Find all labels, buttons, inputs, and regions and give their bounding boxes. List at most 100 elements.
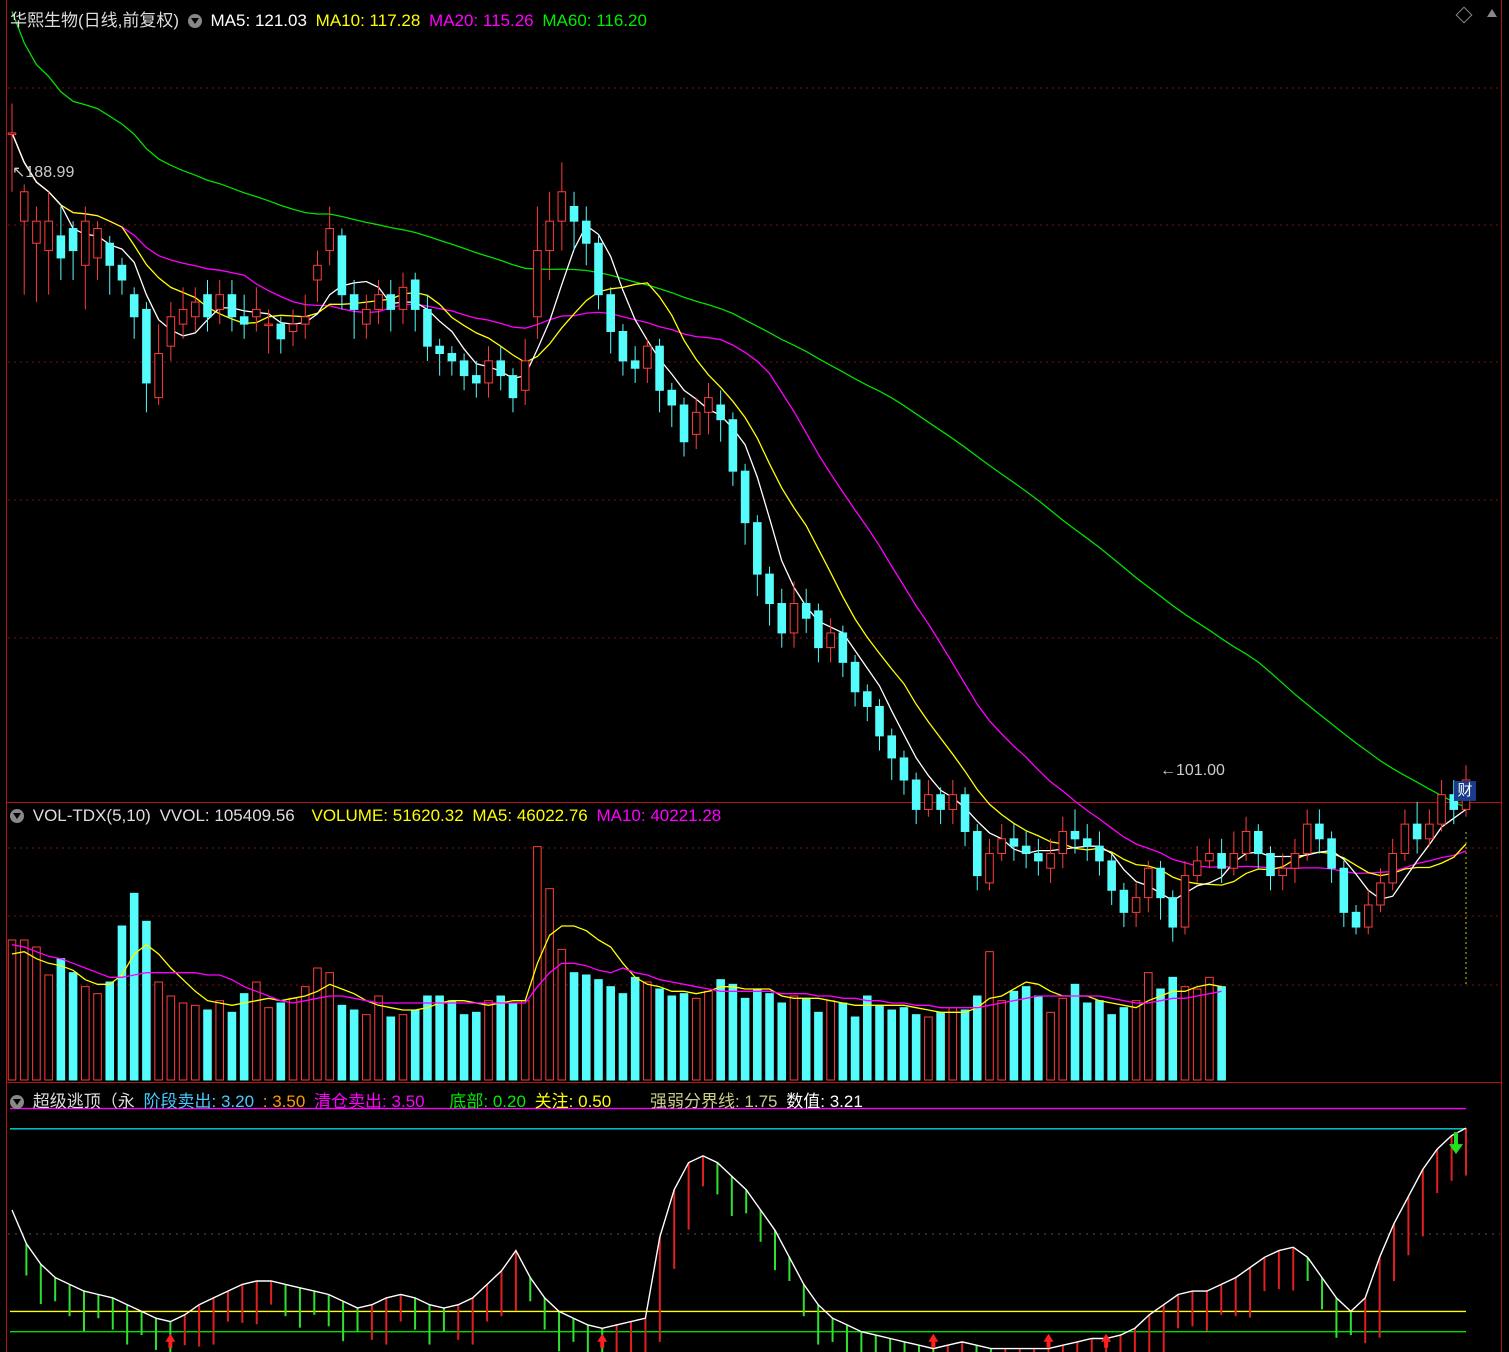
candle-body bbox=[1351, 911, 1361, 928]
candle-body bbox=[911, 779, 921, 810]
candle-body bbox=[1144, 867, 1153, 899]
candle-body bbox=[557, 191, 567, 222]
divide-value: 1.75 bbox=[744, 1092, 778, 1111]
vol-ma5-label: MA5: bbox=[472, 806, 513, 825]
ma20-line bbox=[11, 132, 1467, 875]
volume-bar bbox=[850, 1016, 860, 1081]
volume-bar bbox=[655, 988, 664, 1081]
buy-arrow-icon bbox=[165, 1333, 176, 1348]
volume-bar bbox=[68, 972, 78, 1081]
bottom-label: 底部: bbox=[449, 1092, 489, 1111]
dropdown-icon[interactable] bbox=[187, 14, 202, 28]
candle-body bbox=[985, 853, 994, 884]
volume-bar bbox=[459, 1014, 469, 1081]
candle-body bbox=[1119, 889, 1129, 913]
volume-bar bbox=[911, 1014, 921, 1081]
candle-body bbox=[178, 308, 188, 325]
volume-bar bbox=[679, 993, 689, 1081]
volume-bar bbox=[1144, 972, 1153, 1081]
candle-body bbox=[239, 316, 249, 325]
candle-body bbox=[1205, 853, 1214, 862]
candle-body bbox=[398, 286, 408, 310]
candle-body bbox=[1046, 853, 1055, 869]
candle-body bbox=[972, 830, 982, 877]
candle-body bbox=[1302, 823, 1312, 855]
dropdown-icon[interactable] bbox=[10, 809, 24, 823]
candle-body bbox=[728, 419, 738, 472]
volume-bar bbox=[1107, 1014, 1116, 1081]
candle-body bbox=[606, 294, 615, 332]
candle-body bbox=[1376, 882, 1385, 906]
candle-body bbox=[337, 235, 347, 296]
candle-body bbox=[1082, 838, 1092, 847]
candle-body bbox=[765, 573, 774, 605]
volume-bar bbox=[276, 1002, 286, 1081]
buy-arrow-icon bbox=[1043, 1333, 1054, 1348]
ma20-value: 115.26 bbox=[482, 11, 534, 30]
candle-body bbox=[423, 308, 432, 347]
volume-bar bbox=[948, 1007, 958, 1081]
candle-body bbox=[618, 330, 628, 362]
candle-body bbox=[68, 228, 78, 252]
candle-body bbox=[7, 132, 17, 135]
volume-bar bbox=[252, 981, 261, 1081]
candle-body bbox=[838, 632, 848, 663]
candle-body bbox=[875, 705, 884, 737]
buy-arrow-icon bbox=[597, 1333, 608, 1348]
volume-bar bbox=[814, 1011, 823, 1081]
volume-bar bbox=[508, 1002, 518, 1081]
volume-bar bbox=[753, 988, 762, 1081]
stage-value: 3.20 bbox=[220, 1092, 255, 1111]
candle-body bbox=[154, 353, 163, 399]
volume-bar bbox=[337, 1004, 347, 1081]
candle-body bbox=[1266, 853, 1275, 877]
volume-bar bbox=[203, 1009, 212, 1081]
candle-body bbox=[594, 242, 603, 296]
candle-body bbox=[1131, 897, 1141, 913]
volume-bar bbox=[594, 979, 603, 1081]
candle-body bbox=[655, 345, 664, 391]
volume-bar bbox=[875, 1004, 884, 1081]
volume-bar bbox=[178, 1002, 188, 1081]
candle-body bbox=[740, 470, 750, 524]
volume-bar bbox=[264, 1007, 273, 1081]
stage-label: 阶段卖出: bbox=[143, 1092, 217, 1111]
candle-body bbox=[801, 603, 811, 619]
volume-bar bbox=[1082, 1002, 1092, 1081]
volume-bar bbox=[924, 1016, 933, 1081]
vol-ma10-value: 40221.28 bbox=[650, 806, 722, 825]
volume-header: VOL-TDX(5,10) VVOL: 105409.56 VOLUME: 51… bbox=[10, 806, 725, 826]
candle-body bbox=[1327, 838, 1336, 869]
candle-body bbox=[44, 220, 53, 252]
candle-body bbox=[435, 345, 444, 355]
volume-bar bbox=[313, 967, 322, 1081]
clear-value: 3.50 bbox=[391, 1092, 425, 1111]
finance-badge[interactable]: 财 bbox=[1454, 781, 1476, 801]
volume-bar bbox=[545, 888, 554, 1081]
candle-body bbox=[252, 308, 261, 318]
candle-body bbox=[313, 264, 322, 281]
chart-canvas[interactable] bbox=[0, 0, 1509, 1352]
candle-body bbox=[1168, 897, 1178, 928]
dropdown-icon[interactable] bbox=[10, 1095, 24, 1109]
candle-body bbox=[56, 235, 66, 259]
volume-bar bbox=[960, 1009, 970, 1081]
volume-bar bbox=[1034, 995, 1043, 1081]
volume-bar bbox=[1192, 988, 1202, 1081]
volume-bar bbox=[239, 993, 249, 1081]
volume-bar bbox=[349, 1009, 359, 1081]
ma60-label: MA60: bbox=[542, 11, 592, 30]
volume-bar bbox=[435, 995, 444, 1081]
volume-bar bbox=[166, 995, 176, 1081]
collapse-icon[interactable] bbox=[1487, 9, 1497, 17]
candle-body bbox=[349, 294, 359, 310]
candle-body bbox=[1437, 794, 1446, 825]
candle-body bbox=[777, 603, 787, 634]
candle-body bbox=[887, 735, 897, 759]
candle-body bbox=[508, 375, 518, 399]
candle-body bbox=[1241, 830, 1251, 855]
volume-bar bbox=[93, 993, 102, 1081]
volume-label: VOLUME: bbox=[311, 806, 389, 825]
candle-body bbox=[1156, 867, 1165, 899]
volume-bar bbox=[1009, 990, 1019, 1081]
